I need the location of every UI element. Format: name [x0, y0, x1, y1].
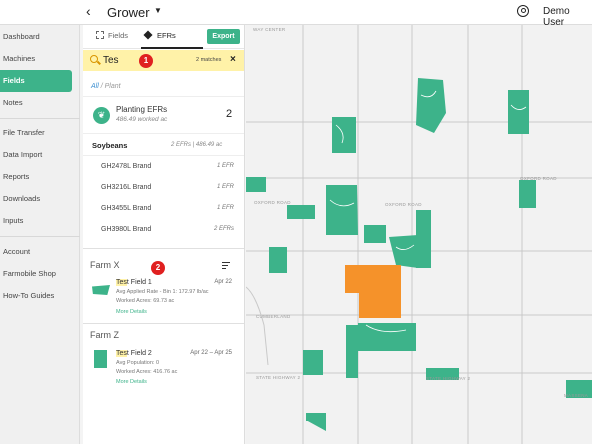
- farm-divider: [83, 323, 244, 324]
- efr-count: 2: [226, 108, 233, 120]
- map-label: MASSENA: [564, 393, 589, 398]
- brand-efr-count: 1 EFR: [216, 205, 234, 211]
- field-name[interactable]: Test Field 1: [116, 279, 152, 286]
- search-highlight: Tes: [116, 279, 127, 286]
- match-count: 2 matches: [196, 57, 222, 63]
- tab-efrs-label: EFRs: [157, 31, 176, 40]
- brand-name: GH3216L Brand: [101, 184, 152, 191]
- map-canvas[interactable]: [246, 25, 592, 444]
- sidebar-divider: [0, 236, 80, 237]
- crop-name: Soybeans: [92, 141, 128, 150]
- export-button[interactable]: Export: [207, 29, 240, 44]
- step-badge-2: 2: [151, 261, 165, 275]
- farm-divider: [83, 248, 244, 249]
- sidebar-item-downloads[interactable]: Downloads: [0, 188, 72, 210]
- breadcrumb-all[interactable]: All: [91, 83, 99, 90]
- field-name-rest: t Field 1: [126, 279, 152, 286]
- crop-icon: [96, 31, 104, 39]
- sidebar-item-dashboard[interactable]: Dashboard: [0, 26, 72, 48]
- crop-divider: [83, 155, 244, 156]
- map-view[interactable]: WAY CENTER OXFORD ROAD OXFORD ROAD OXFOR…: [246, 25, 592, 444]
- farm-name: Farm Z: [90, 330, 119, 340]
- brand-name: GH2478L Brand: [101, 163, 152, 170]
- brand-row[interactable]: GH3980L Brand 2 EFRs: [83, 220, 244, 240]
- sidebar: Dashboard Machines Fields Notes File Tra…: [0, 25, 80, 444]
- sidebar-item-reports[interactable]: Reports: [0, 166, 72, 188]
- map-label: WAY CENTER: [253, 27, 286, 32]
- field-name-rest: t Field 2: [126, 350, 152, 357]
- sidebar-item-account[interactable]: Account: [0, 241, 72, 263]
- highlighted-field: [345, 265, 401, 318]
- farm-name: Farm X: [90, 260, 120, 270]
- top-bar: ‹ Grower ▼ Demo User: [0, 0, 592, 28]
- field-name[interactable]: Test Field 2: [116, 350, 152, 357]
- step-badge-1: 1: [139, 54, 153, 68]
- sidebar-item-notes[interactable]: Notes: [0, 92, 72, 114]
- map-label: OXFORD ROAD: [520, 176, 557, 181]
- back-arrow-icon[interactable]: ‹: [86, 3, 91, 19]
- field-date: Apr 22: [214, 279, 232, 285]
- field-thumbnail[interactable]: [92, 285, 110, 295]
- brand-efr-count: 1 EFR: [216, 184, 234, 190]
- breadcrumb-current: Plant: [104, 83, 121, 90]
- field-thumbnail[interactable]: [94, 350, 107, 368]
- brand-efr-count: 2 EFRs: [213, 226, 234, 232]
- sidebar-item-machines[interactable]: Machines: [0, 48, 72, 70]
- search-highlight: Tes: [116, 350, 127, 357]
- map-label: OXFORD ROAD: [254, 200, 291, 205]
- field-worked-acres: Worked Acres: 69.73 ac: [116, 298, 175, 304]
- panel-tabs: Fields EFRs Export: [83, 25, 244, 49]
- leaf-icon: ❦: [93, 107, 110, 124]
- tab-efrs[interactable]: EFRs: [143, 30, 176, 40]
- layers-icon: [143, 30, 153, 40]
- tab-fields-label: Fields: [108, 31, 129, 40]
- map-label: OXFORD ROAD: [385, 202, 422, 207]
- organization-name[interactable]: Grower: [107, 5, 150, 20]
- sidebar-divider: [0, 118, 80, 119]
- crop-stat: 2 EFRs | 486.49 ac: [171, 142, 223, 148]
- efr-title: Planting EFRs: [116, 105, 168, 114]
- sidebar-item-file-transfer[interactable]: File Transfer: [0, 122, 72, 144]
- brand-row[interactable]: GH2478L Brand 1 EFR: [83, 157, 244, 177]
- sidebar-item-inputs[interactable]: Inputs: [0, 210, 72, 232]
- clear-search-icon[interactable]: ×: [230, 54, 236, 65]
- map-label: STATE HIGHWAY 2: [426, 376, 471, 381]
- sidebar-item-farmobile-shop[interactable]: Farmobile Shop: [0, 263, 72, 285]
- map-label: STATE HIGHWAY 2: [256, 375, 301, 380]
- brand-row[interactable]: GH3455L Brand 1 EFR: [83, 199, 244, 219]
- active-tab-indicator: [141, 47, 203, 49]
- map-label: CUMBERLAND: [256, 314, 291, 319]
- tab-fields[interactable]: Fields: [96, 31, 128, 40]
- field-worked-acres: Worked Acres: 416.76 ac: [116, 369, 178, 375]
- brand-name: GH3455L Brand: [101, 205, 152, 212]
- brand-name: GH3980L Brand: [101, 226, 152, 233]
- user-icon[interactable]: [517, 5, 529, 17]
- brand-row[interactable]: GH3216L Brand 1 EFR: [83, 178, 244, 198]
- sidebar-item-how-to-guides[interactable]: How-To Guides: [0, 285, 72, 307]
- efr-subtitle: 486.49 worked ac: [116, 116, 168, 123]
- efr-panel: Fields EFRs Export 1 2 matches × All / P…: [83, 25, 245, 444]
- search-bar: 1 2 matches ×: [83, 50, 244, 71]
- field-applied-rate: Avg Applied Rate - Bin 1: 172.97 lb/ac: [116, 289, 209, 295]
- search-icon: [90, 55, 98, 63]
- search-input[interactable]: [103, 53, 173, 68]
- field-date: Apr 22 – Apr 25: [190, 350, 232, 356]
- brand-efr-count: 1 EFR: [216, 163, 234, 169]
- sort-icon[interactable]: [222, 262, 230, 269]
- sidebar-item-data-import[interactable]: Data Import: [0, 144, 72, 166]
- field-population: Avg Population: 0: [116, 360, 160, 366]
- breadcrumb: All / Plant: [91, 83, 121, 90]
- planting-efr-card[interactable]: ❦ Planting EFRs 486.49 worked ac 2: [83, 96, 244, 134]
- chevron-down-icon[interactable]: ▼: [154, 6, 162, 15]
- sidebar-item-fields[interactable]: Fields: [0, 70, 72, 92]
- more-details-link[interactable]: More Details: [116, 379, 147, 385]
- more-details-link[interactable]: More Details: [116, 309, 147, 315]
